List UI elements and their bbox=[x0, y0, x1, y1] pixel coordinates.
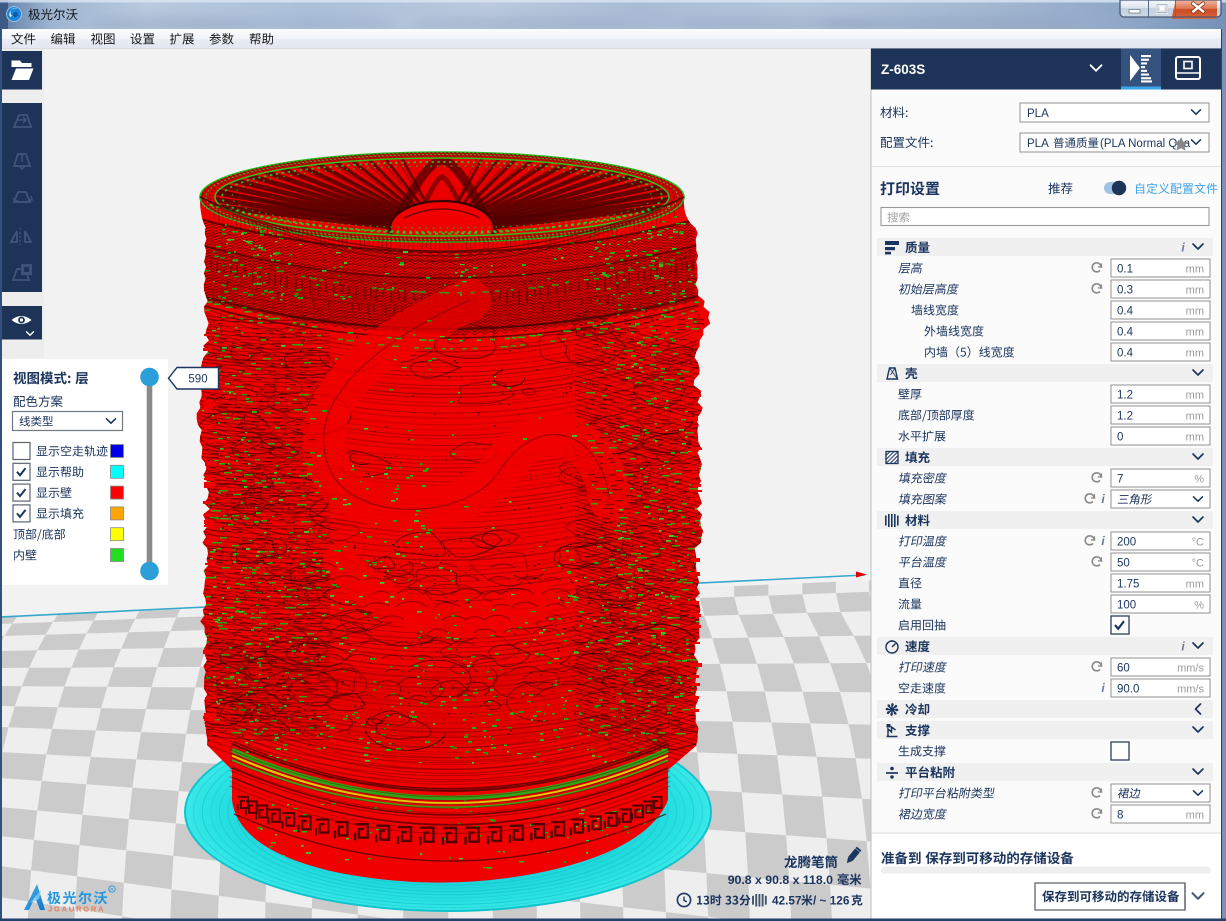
svg-text:7: 7 bbox=[1117, 474, 1123, 486]
svg-text:mm: mm bbox=[1186, 285, 1204, 297]
svg-text:JGAURORA: JGAURORA bbox=[48, 905, 105, 914]
svg-text:0.3: 0.3 bbox=[1117, 285, 1133, 297]
svg-text:90.8 x 90.8 x 118.0: 90.8 x 90.8 x 118.0 bbox=[728, 873, 833, 887]
svg-text:mm: mm bbox=[1186, 432, 1204, 444]
svg-text:1.2: 1.2 bbox=[1117, 390, 1133, 402]
svg-text:590: 590 bbox=[188, 374, 207, 386]
svg-text:0: 0 bbox=[1117, 432, 1123, 444]
svg-text:%: % bbox=[1194, 474, 1204, 486]
svg-text:0.4: 0.4 bbox=[1117, 327, 1134, 339]
svg-text:60: 60 bbox=[1117, 663, 1130, 675]
svg-text:%: % bbox=[1194, 600, 1204, 612]
svg-text:0.4: 0.4 bbox=[1117, 348, 1134, 360]
svg-text:90.0: 90.0 bbox=[1117, 684, 1139, 696]
svg-text:mm: mm bbox=[1186, 327, 1204, 339]
svg-text:42.57: 42.57 bbox=[772, 894, 802, 908]
svg-text:mm: mm bbox=[1186, 411, 1204, 423]
svg-text:mm: mm bbox=[1186, 579, 1204, 591]
svg-text:50: 50 bbox=[1117, 558, 1130, 570]
svg-text:mm: mm bbox=[1186, 264, 1204, 276]
svg-text:mm/s: mm/s bbox=[1177, 684, 1204, 696]
svg-text:mm: mm bbox=[1186, 348, 1204, 360]
svg-text:mm: mm bbox=[1186, 810, 1204, 822]
svg-text:Z-603S: Z-603S bbox=[881, 62, 925, 77]
svg-text:1.2: 1.2 bbox=[1117, 411, 1133, 423]
svg-text:mm: mm bbox=[1186, 306, 1204, 318]
svg-text:°C: °C bbox=[1192, 558, 1204, 570]
svg-text:200: 200 bbox=[1117, 537, 1136, 549]
svg-text:°C: °C bbox=[1192, 537, 1204, 549]
svg-text:/ ~ 126: / ~ 126 bbox=[813, 894, 850, 908]
svg-text:mm: mm bbox=[1186, 390, 1204, 402]
svg-text:1.75: 1.75 bbox=[1117, 579, 1139, 591]
svg-text:0.4: 0.4 bbox=[1117, 306, 1134, 318]
svg-text:mm/s: mm/s bbox=[1177, 663, 1204, 675]
svg-text:0.1: 0.1 bbox=[1117, 264, 1133, 276]
svg-text:PLA: PLA bbox=[1027, 138, 1049, 150]
svg-text:8: 8 bbox=[1117, 810, 1123, 822]
svg-text:PLA: PLA bbox=[1027, 108, 1049, 120]
svg-text:100: 100 bbox=[1117, 600, 1136, 612]
